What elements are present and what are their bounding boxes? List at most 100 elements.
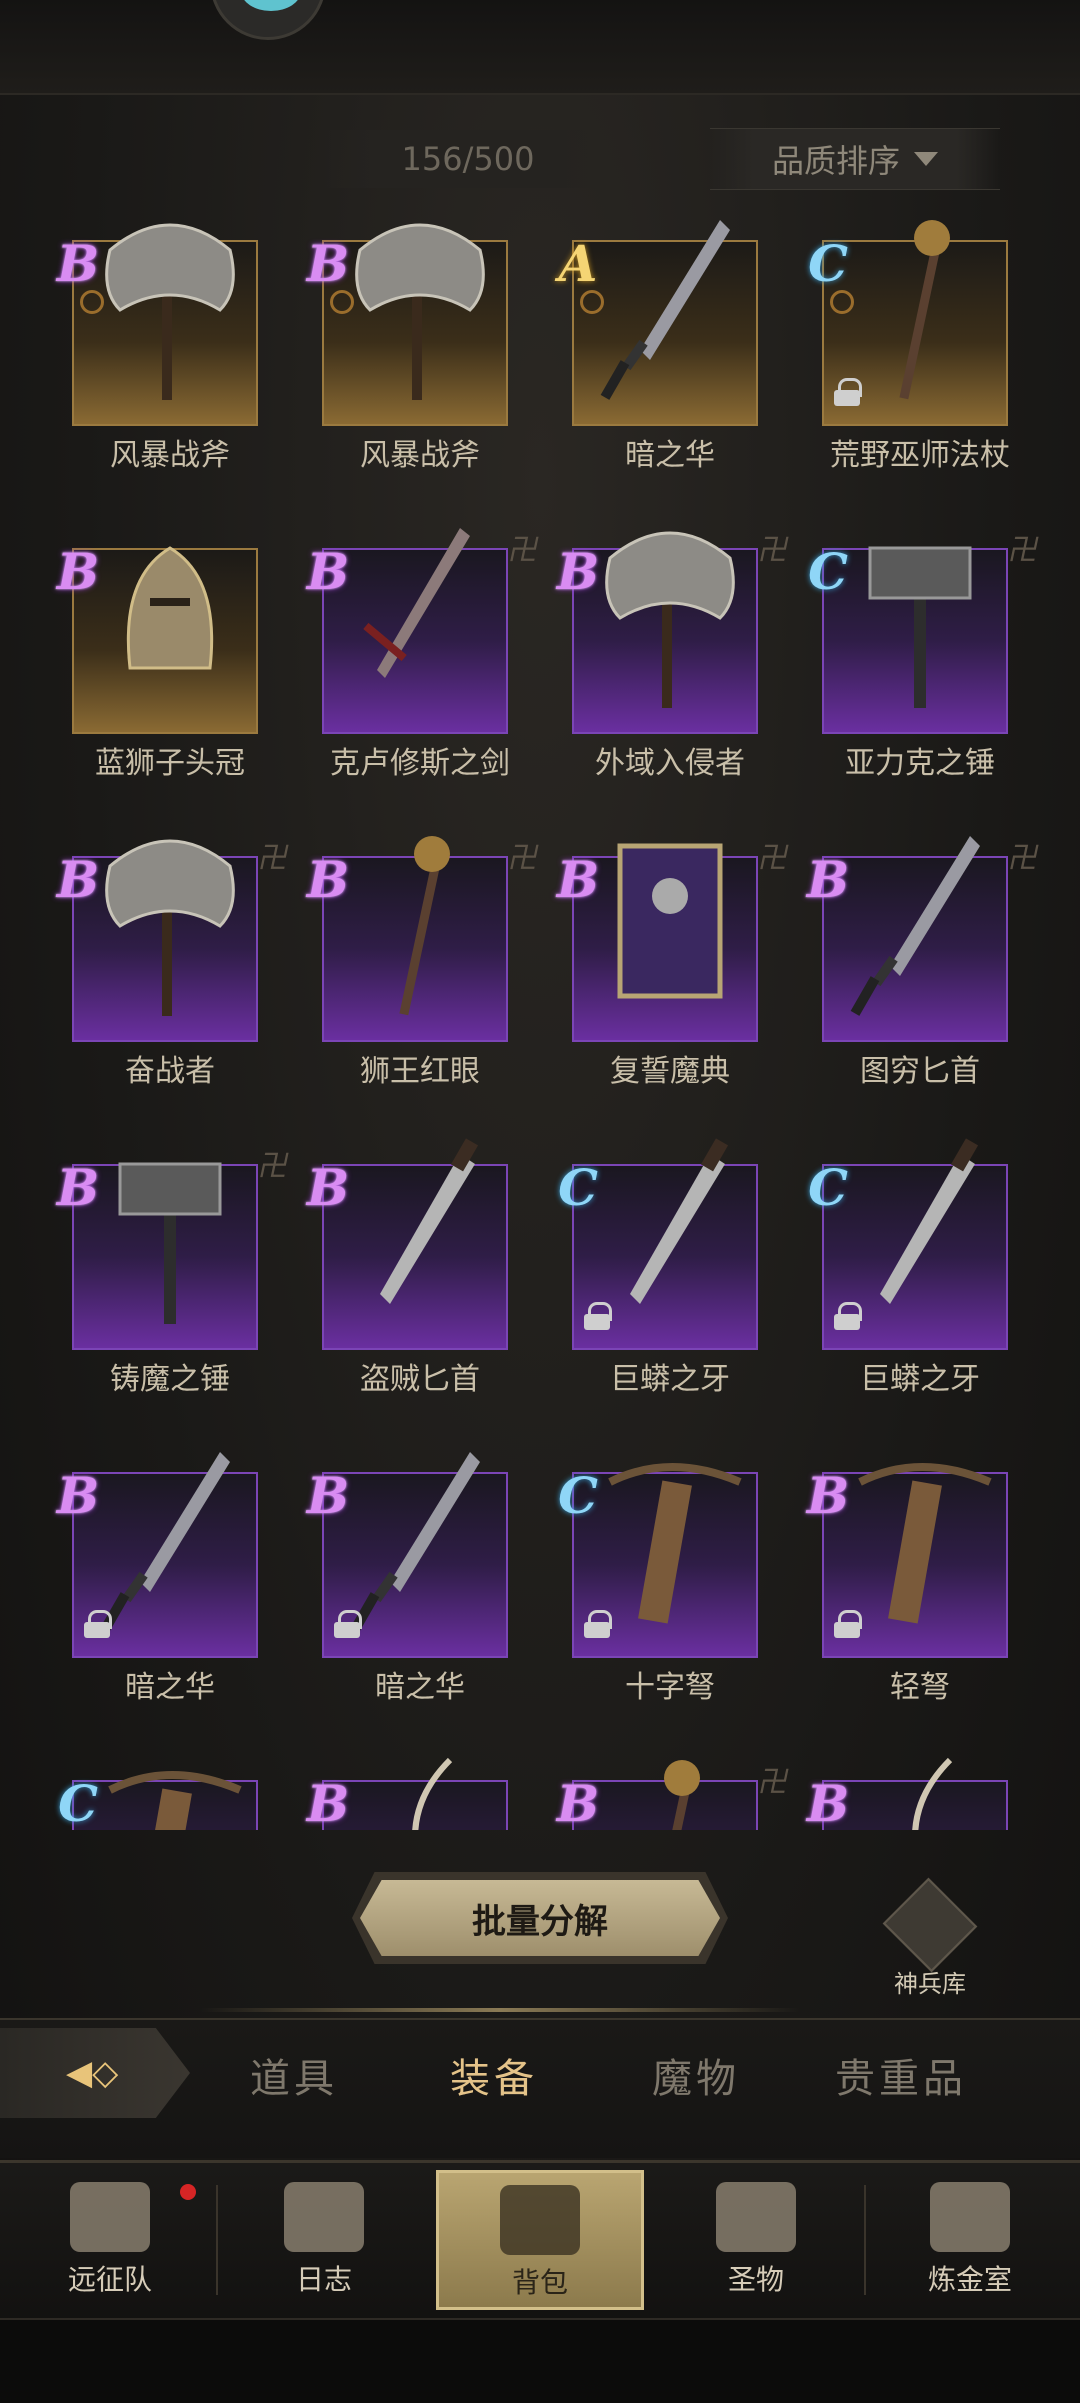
- tabs-divider: [200, 2008, 800, 2012]
- nav-expedition[interactable]: 远征队: [10, 2170, 210, 2310]
- rune-icon: 卍: [1005, 533, 1043, 568]
- item-name: 亚力克之锤: [845, 746, 995, 781]
- inventory-item[interactable]: 卍 B 外域入侵者: [550, 518, 800, 818]
- inventory-item[interactable]: 卍 B 狮王红眼: [300, 826, 550, 1126]
- inventory-item[interactable]: 卍 B 克卢修斯之剑: [300, 518, 550, 818]
- hammer-icon: [840, 518, 1000, 708]
- nav-relic[interactable]: 圣物: [656, 2170, 856, 2310]
- inventory-item[interactable]: B 风暴战斧: [300, 220, 550, 510]
- inventory-item[interactable]: B: [800, 1750, 1050, 1830]
- item-name: 复誓魔典: [610, 1054, 730, 1089]
- inventory-item[interactable]: C 巨蟒之牙: [550, 1134, 800, 1434]
- grade-badge: B: [56, 234, 100, 293]
- grade-badge: B: [556, 1774, 600, 1831]
- inventory-item[interactable]: 卍 C 亚力克之锤: [800, 518, 1050, 818]
- bow-icon: [840, 1750, 1000, 1830]
- item-name: 巨蟒之牙: [610, 1362, 730, 1397]
- item-name: 蓝狮子头冠: [95, 746, 245, 781]
- sort-label: 品质排序: [771, 142, 900, 180]
- item-name: 克卢修斯之剑: [330, 746, 510, 781]
- inventory-item[interactable]: C 荒野巫师法杖: [800, 220, 1050, 510]
- tab-equipment[interactable]: 装备: [450, 2046, 538, 2104]
- nav-label: 背包: [511, 2266, 568, 2299]
- staff-icon: [340, 826, 500, 1016]
- rune-icon: 卍: [505, 841, 543, 876]
- grade-badge: C: [808, 1158, 848, 1217]
- item-name: 铸魔之锤: [110, 1362, 230, 1397]
- dagger-icon: [840, 826, 1000, 1016]
- nav-alchemy[interactable]: 炼金室: [870, 2170, 1070, 2310]
- inventory-count: 156/500: [318, 130, 618, 188]
- grade-badge: B: [56, 1158, 100, 1217]
- inventory-item[interactable]: B 轻弩: [800, 1442, 1050, 1742]
- helmet-icon: [70, 2182, 150, 2252]
- knife-icon: [840, 1134, 1000, 1324]
- item-name: 外域入侵者: [595, 746, 745, 781]
- inventory-item[interactable]: B 盗贼匕首: [300, 1134, 550, 1434]
- nav-log[interactable]: 日志: [224, 2170, 424, 2310]
- inventory-item[interactable]: C 十字弩: [550, 1442, 800, 1742]
- item-name: 荒野巫师法杖: [830, 438, 1010, 473]
- inventory-item[interactable]: B 暗之华: [300, 1442, 550, 1742]
- inventory-item[interactable]: 卍 B 铸魔之锤: [50, 1134, 300, 1434]
- crossbow-icon: [840, 1442, 1000, 1632]
- axe-icon: [90, 220, 250, 400]
- grade-badge: B: [56, 542, 100, 601]
- hammer-icon: [90, 1134, 250, 1324]
- inventory-item[interactable]: 卍 B 图穷匕首: [800, 826, 1050, 1126]
- chevron-down-icon: [914, 152, 938, 166]
- inventory-item[interactable]: B: [300, 1750, 550, 1830]
- rune-icon: 卍: [755, 533, 793, 568]
- item-name: 风暴战斧: [110, 438, 230, 473]
- bag-icon: [500, 2185, 580, 2255]
- axe-icon: [590, 518, 750, 708]
- item-name: 十字弩: [625, 1670, 715, 1705]
- batch-decompose-button[interactable]: 批量分解: [360, 1880, 720, 1956]
- armory-button[interactable]: 神兵库: [880, 1877, 980, 1999]
- item-name: 暗之华: [125, 1670, 215, 1705]
- nav-label: 圣物: [727, 2263, 784, 2296]
- grade-badge: B: [556, 542, 600, 601]
- tab-valuables[interactable]: 贵重品: [835, 2046, 967, 2104]
- item-name: 盗贼匕首: [360, 1362, 480, 1397]
- item-name: 奋战者: [125, 1054, 215, 1089]
- grade-badge: B: [306, 1774, 350, 1831]
- tab-items[interactable]: 道具: [250, 2046, 338, 2104]
- ring-icon: [830, 290, 854, 314]
- bottom-decoration: [0, 2318, 1080, 2403]
- nav-label: 远征队: [67, 2263, 152, 2296]
- tab-monsters[interactable]: 魔物: [652, 2046, 740, 2104]
- item-name: 暗之华: [375, 1670, 465, 1705]
- helm-icon: [90, 518, 250, 708]
- lock-icon: [834, 1302, 862, 1330]
- rune-icon: 卍: [1005, 841, 1043, 876]
- bow-icon: [340, 1750, 500, 1830]
- item-name: 狮王红眼: [360, 1054, 480, 1089]
- rune-icon: 卍: [255, 841, 293, 876]
- inventory-item[interactable]: C 巨蟒之牙: [800, 1134, 1050, 1434]
- grade-badge: B: [806, 1774, 850, 1831]
- lock-icon: [84, 1610, 112, 1638]
- inventory-item[interactable]: C: [50, 1750, 300, 1830]
- nav-bag[interactable]: 背包: [436, 2170, 644, 2310]
- axe-icon: [90, 826, 250, 1016]
- alchemy-icon: [930, 2182, 1010, 2252]
- grade-badge: B: [806, 1466, 850, 1525]
- inventory-item[interactable]: B 风暴战斧: [50, 220, 300, 510]
- item-name: 图穷匕首: [860, 1054, 980, 1089]
- knife-icon: [340, 1134, 500, 1324]
- inventory-item[interactable]: 卍 B 奋战者: [50, 826, 300, 1126]
- lock-icon: [584, 1302, 612, 1330]
- inventory-item[interactable]: 卍B: [550, 1750, 800, 1830]
- inventory-item[interactable]: B 暗之华: [50, 1442, 300, 1742]
- nav-divider: [864, 2185, 866, 2295]
- inventory-item[interactable]: B 蓝狮子头冠: [50, 518, 300, 818]
- lock-icon: [334, 1610, 362, 1638]
- axe-icon: [340, 220, 500, 400]
- crossbow-icon: [590, 1442, 750, 1632]
- sort-button[interactable]: 品质排序: [710, 128, 1000, 190]
- inventory-item[interactable]: A 暗之华: [550, 220, 800, 510]
- inventory-item[interactable]: 卍 B 复誓魔典: [550, 826, 800, 1126]
- grade-badge: B: [306, 234, 350, 293]
- staff-icon: [590, 1750, 750, 1830]
